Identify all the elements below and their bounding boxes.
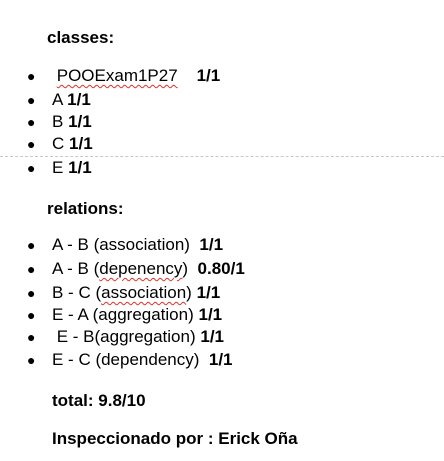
bullet-icon: ● [27,114,36,130]
bullet-icon: ● [27,285,36,301]
class-item: ● A 1/1 [0,89,444,111]
relation-item: ● A - B (association) 1/1 [0,234,444,256]
relation-score: 1/1 [198,305,223,324]
relation-description: E - A (aggregation) [52,305,199,324]
relation-item-text: A - B (depenency) 0.80/1 [52,259,245,278]
class-item-text: C 1/1 [52,133,93,155]
class-score: 1/1 [69,134,93,153]
relation-score: 0.80/1 [197,259,245,278]
relation-description: A - B ( [52,259,100,278]
relation-item-text: A - B (association) 1/1 [52,234,223,256]
relation-item-text: E - C (dependency) 1/1 [52,349,233,371]
bullet-icon: ● [27,329,36,345]
bullet-icon: ● [27,136,36,152]
relations-heading: relations: [47,199,124,218]
class-name: C [52,134,65,153]
total-score: total: 9.8/10 [52,391,146,410]
bullet-icon: ● [27,237,36,253]
relation-description: E - B(aggregation) [52,327,201,346]
inspector-line: Inspeccionado por : Erick Oña [52,429,298,448]
page-break-divider [0,156,444,157]
relation-description: B - C ( [52,283,102,302]
relation-item-text: B - C (association) 1/1 [52,283,221,302]
class-name: POOExam1P27 [56,66,178,85]
class-item-text: E 1/1 [52,157,92,179]
relation-item-text: E - B(aggregation) 1/1 [52,326,224,348]
bullet-icon: ● [27,92,36,108]
class-score: 1/1 [68,112,92,131]
relation-score: 1/1 [196,283,221,302]
class-score: 1/1 [196,66,221,85]
class-name: A [52,90,63,109]
relation-score: 1/1 [200,327,224,346]
class-score: 1/1 [67,90,91,109]
relation-description: E - C (dependency) [52,350,209,369]
class-item-text: B 1/1 [52,111,92,133]
class-item: ● B 1/1 [0,111,444,133]
class-name: B [52,112,64,131]
class-item: ● POOExam1P27 1/1 [0,65,444,87]
class-item: ● E 1/1 [0,157,444,179]
relation-item: ● E - C (dependency) 1/1 [0,349,444,371]
bullet-icon: ● [27,261,36,277]
relation-item: ● B - C (association) 1/1 [0,282,444,304]
bullet-icon: ● [27,352,36,368]
relation-item: ● A - B (depenency) 0.80/1 [0,258,444,280]
bullet-icon: ● [27,160,36,176]
bullet-icon: ● [27,68,36,84]
relation-score: 1/1 [208,350,233,369]
relation-description: A - B (association) [52,235,200,254]
spelling-flagged-word: association [101,283,187,302]
relation-item: ● E - B(aggregation) 1/1 [0,326,444,348]
spelling-flagged-word: depenency [99,259,183,278]
class-item: ● C 1/1 [0,133,444,155]
class-score: 1/1 [68,158,92,177]
relation-item: ● E - A (aggregation) 1/1 [0,304,444,326]
class-item-text: A 1/1 [52,89,91,111]
bullet-icon: ● [27,307,36,323]
classes-heading: classes: [47,28,115,47]
relation-item-text: E - A (aggregation) 1/1 [52,304,222,326]
class-name: E [52,158,64,177]
relation-score: 1/1 [199,235,224,254]
class-item-text: POOExam1P27 1/1 [52,65,221,87]
